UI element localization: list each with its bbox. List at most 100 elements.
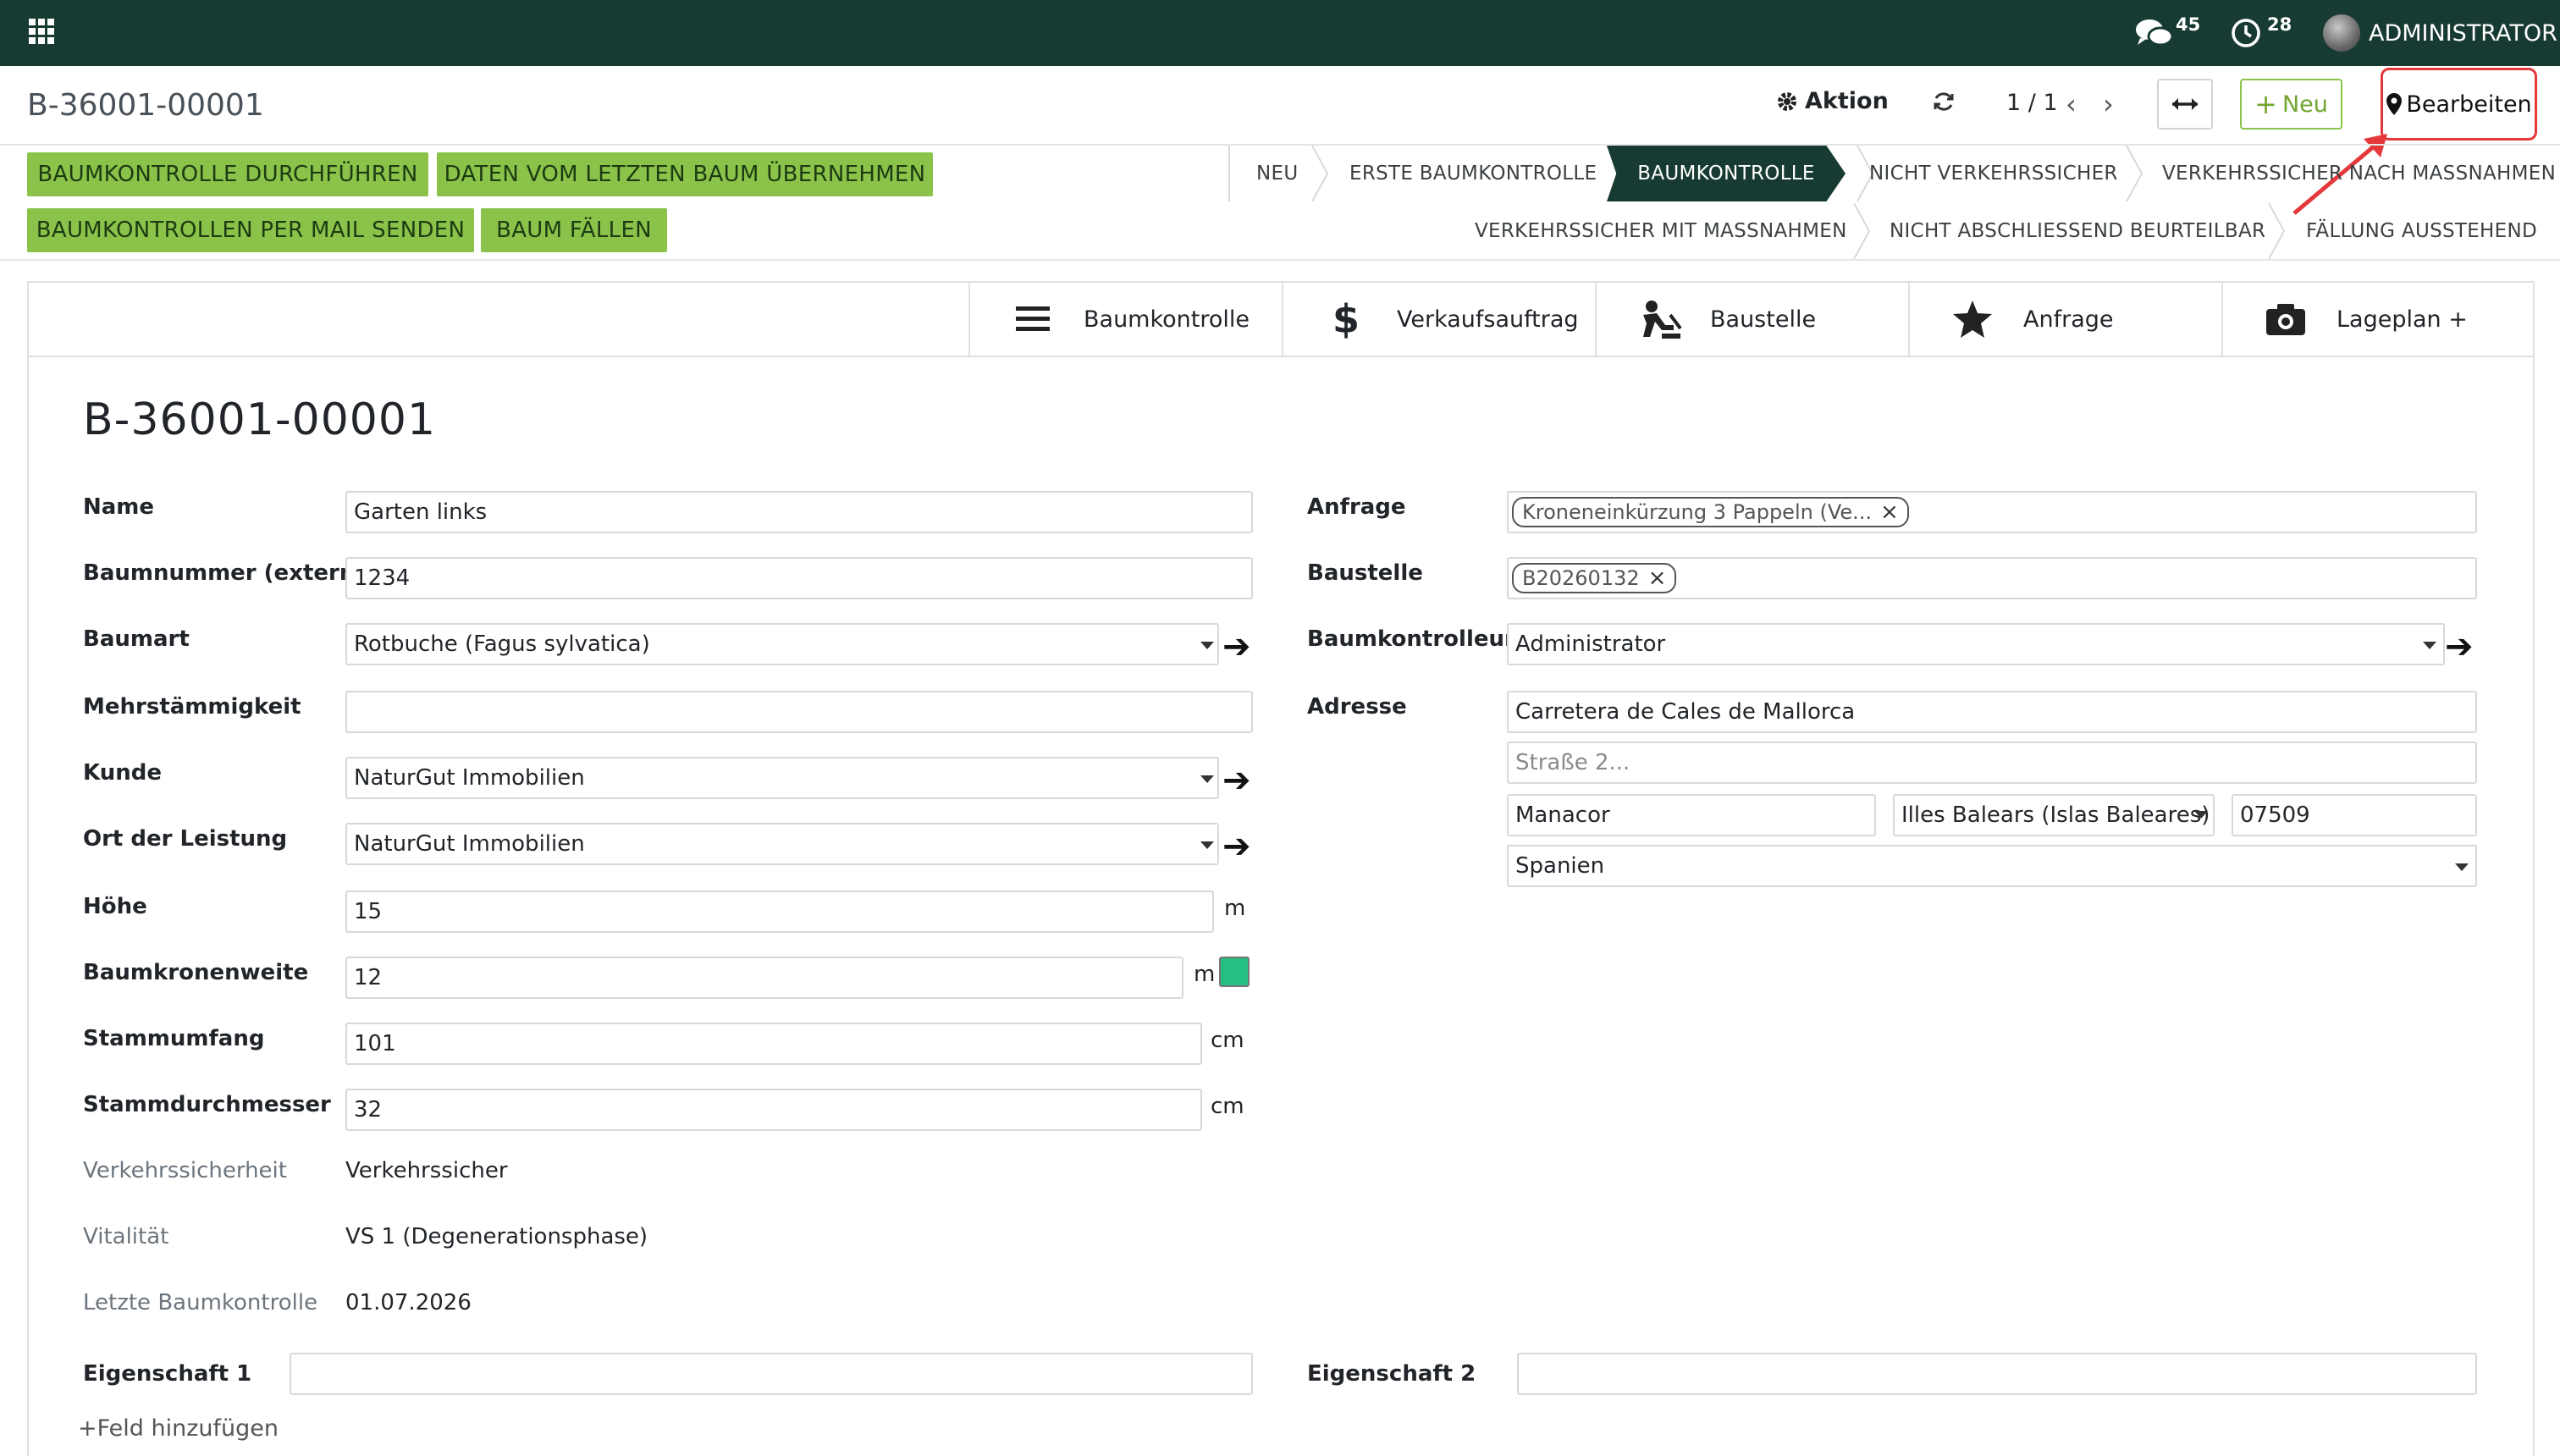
arrow-right-icon[interactable]: ➔ [1222,764,1251,797]
refresh-button[interactable] [1932,90,1956,113]
stammdurchmesser-input[interactable]: 32 [345,1089,1202,1131]
top-navbar: 45 28 ADMINISTRATOR [0,0,2560,66]
action-button-2[interactable]: BAUMKONTROLLEN PER MAIL SENDEN [27,208,474,252]
stage-erste-baumkontrolle[interactable]: ERSTE BAUMKONTROLLE [1349,146,1597,201]
baumart-select[interactable]: Rotbuche (Fagus sylvatica) [345,623,1219,665]
smart-button-lageplan[interactable]: Lageplan + [2221,283,2533,356]
anfrage-tag-label: Kroneneinkürzung 3 Pappeln (Ve... [1522,500,1873,524]
country-select[interactable]: Spanien [1507,845,2477,887]
grid-icon[interactable] [29,19,54,44]
baumnummer-input[interactable]: 1234 [345,557,1253,599]
city-input[interactable]: Manacor [1507,794,1876,836]
action-label: Aktion [1805,88,1889,114]
smart-button-anfrage[interactable]: Anfrage [1908,283,2221,356]
expand-toggle-button[interactable] [2157,79,2213,130]
kronenweite-input[interactable]: 12 [345,957,1183,999]
ort-select[interactable]: NaturGut Immobilien [345,823,1219,865]
star-icon [1953,301,1992,338]
street-input[interactable]: Carretera de Cales de Mallorca [1507,691,2477,733]
kunde-select[interactable]: NaturGut Immobilien [345,757,1219,799]
arrow-right-icon[interactable]: ➔ [1222,630,1251,664]
eigenschaft2-input[interactable] [1517,1353,2477,1395]
baustelle-tag[interactable]: B20260132 × [1512,563,1677,593]
name-input[interactable]: Garten links [345,491,1253,533]
camera-icon [2266,304,2305,335]
action-button-3[interactable]: BAUM FÄLLEN [481,208,667,252]
baustelle-many2many-field[interactable]: B20260132 × [1507,557,2477,599]
zip-input[interactable]: 07509 [2232,794,2477,836]
smart-button-verkaufsauftrag[interactable]: $ Verkaufsauftrag [1282,283,1595,356]
add-field-button[interactable]: +Feld hinzufügen [78,1415,279,1442]
stammdurchmesser-label: Stammdurchmesser [83,1092,331,1117]
pager-next-icon[interactable]: › [2103,88,2114,120]
stage-baumkontrolle-active[interactable]: BAUMKONTROLLE [1607,146,1846,201]
edit-button[interactable]: Bearbeiten [2381,68,2537,141]
arrow-right-icon[interactable]: ➔ [2445,630,2474,664]
close-icon[interactable]: × [1880,499,1899,525]
chevron-down-icon[interactable] [2423,642,2436,649]
stammumfang-input[interactable]: 101 [345,1023,1202,1065]
arrow-right-icon[interactable]: ➔ [1222,830,1251,863]
activities-button[interactable]: 28 [2230,0,2292,66]
kronenweite-unit: m [1194,962,1216,987]
dollar-icon: $ [1332,296,1360,342]
anfrage-tag[interactable]: Kroneneinkürzung 3 Pappeln (Ve... × [1512,497,1909,527]
chevron-down-icon[interactable] [1200,642,1214,649]
stage-nicht-abschliessend-beurteilbar[interactable]: NICHT ABSCHLIESSEND BEURTEILBAR [1890,203,2265,259]
messages-count: 45 [2176,14,2201,35]
action-button-0[interactable]: BAUMKONTROLLE DURCHFÜHREN [27,152,428,196]
street2-input[interactable]: Straße 2... [1507,742,2477,784]
pager-previous-icon[interactable]: ‹ [2066,88,2077,120]
smart-button-label: Baustelle [1710,306,1817,333]
smart-button-baumkontrolle[interactable]: Baumkontrolle [968,283,1282,356]
action-menu-button[interactable]: Aktion [1776,88,1889,114]
user-menu[interactable]: ADMINISTRATOR [2323,0,2557,66]
chevron-down-icon[interactable] [1200,775,1214,783]
ort-label: Ort der Leistung [83,826,288,852]
eigenschaft1-input[interactable] [290,1353,1253,1395]
kronenweite-label: Baumkronenweite [83,960,309,985]
record-title: B-36001-00001 [83,394,437,445]
vitalitaet-label: Vitalität [83,1224,169,1249]
list-icon [1016,306,1050,331]
add-field-label: Feld hinzufügen [97,1415,279,1442]
chevron-down-icon[interactable] [1200,841,1214,849]
smart-button-baustelle[interactable]: Baustelle [1595,283,1908,356]
stage-neu[interactable]: NEU [1256,146,1298,201]
color-swatch[interactable] [1219,957,1250,987]
new-button[interactable]: + Neu [2240,79,2342,130]
new-label: Neu [2281,91,2328,118]
mehrstaemmigkeit-input[interactable] [345,691,1253,733]
anfrage-many2many-field[interactable]: Kroneneinkürzung 3 Pappeln (Ve... × [1507,491,2477,533]
state-select[interactable]: Illes Balears (Islas Baleares) [1893,794,2215,836]
close-icon[interactable]: × [1648,565,1667,591]
baumnummer-label: Baumnummer (extern) [83,560,366,586]
stage-verkehrssicher-nach-massnahmen[interactable]: VERKEHRSSICHER NACH MASSNAHMEN [2162,146,2556,201]
action-button-1[interactable]: DATEN VOM LETZTEN BAUM ÜBERNEHMEN [437,152,933,196]
verkehrssicherheit-label: Verkehrssicherheit [83,1158,287,1183]
gear-icon [1778,91,1796,111]
hoehe-label: Höhe [83,894,147,919]
divider [0,259,2560,261]
chevron-down-icon[interactable] [2194,811,2208,819]
messages-button[interactable]: 45 [2135,0,2200,66]
kontrolleur-select[interactable]: Administrator [1507,623,2445,665]
plus-icon: + [2254,88,2277,120]
letzte-baumkontrolle-label: Letzte Baumkontrolle [83,1290,318,1315]
worker-icon [1643,301,1682,339]
chevron-down-icon[interactable] [2455,863,2469,871]
adresse-label: Adresse [1307,694,1407,720]
stage-nicht-verkehrssicher[interactable]: NICHT VERKEHRSSICHER [1869,146,2118,201]
baumart-label: Baumart [83,626,190,652]
hoehe-input[interactable]: 15 [345,891,1214,933]
stage-verkehrssicher-mit-massnahmen[interactable]: VERKEHRSSICHER MIT MASSNAHMEN [1475,203,1847,259]
breadcrumb[interactable]: B-36001-00001 [27,88,264,123]
baustelle-label: Baustelle [1307,560,1423,586]
mehrstaemmigkeit-label: Mehrstämmigkeit [83,694,301,720]
smart-button-label: Verkaufsauftrag [1397,306,1579,333]
kontrolleur-label: Baumkontrolleur [1307,626,1515,652]
stage-faellung-ausstehend[interactable]: FÄLLUNG AUSSTEHEND [2306,203,2537,259]
arrows-horizontal-icon [2172,98,2198,110]
pager-value[interactable]: 1 / 1 [2006,90,2058,116]
smart-button-label: Lageplan + [2337,306,2468,333]
